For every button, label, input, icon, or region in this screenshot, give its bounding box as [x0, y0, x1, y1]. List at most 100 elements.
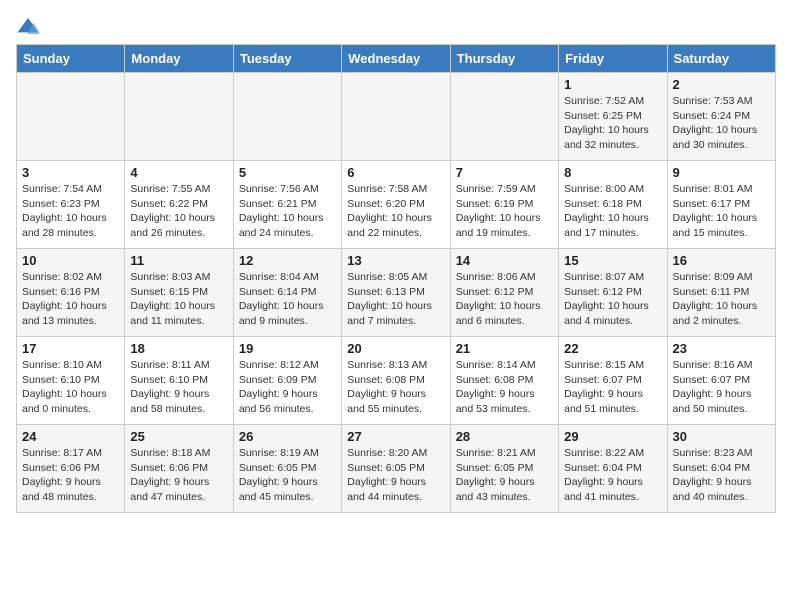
day-number: 12 — [239, 253, 336, 268]
calendar-cell: 9 Sunrise: 8:01 AM Sunset: 6:17 PM Daylig… — [667, 161, 775, 249]
calendar-table: SundayMondayTuesdayWednesdayThursdayFrid… — [16, 44, 776, 513]
day-info: Sunrise: 8:19 AM Sunset: 6:05 PM Dayligh… — [239, 446, 336, 505]
calendar-cell: 8 Sunrise: 8:00 AM Sunset: 6:18 PM Daylig… — [559, 161, 667, 249]
day-info: Sunrise: 8:09 AM Sunset: 6:11 PM Dayligh… — [673, 270, 770, 329]
day-info: Sunrise: 7:54 AM Sunset: 6:23 PM Dayligh… — [22, 182, 119, 241]
day-info: Sunrise: 7:58 AM Sunset: 6:20 PM Dayligh… — [347, 182, 444, 241]
calendar-cell: 27 Sunrise: 8:20 AM Sunset: 6:05 PM Dayli… — [342, 425, 450, 513]
day-info: Sunrise: 8:04 AM Sunset: 6:14 PM Dayligh… — [239, 270, 336, 329]
day-number: 6 — [347, 165, 444, 180]
day-info: Sunrise: 8:20 AM Sunset: 6:05 PM Dayligh… — [347, 446, 444, 505]
day-number: 4 — [130, 165, 227, 180]
calendar-cell: 22Sunrise: 8:15 AM Sunset: 6:07 PM Dayli… — [559, 337, 667, 425]
day-info: Sunrise: 8:00 AM Sunset: 6:18 PM Dayligh… — [564, 182, 661, 241]
calendar-cell: 29 Sunrise: 8:22 AM Sunset: 6:04 PM Dayli… — [559, 425, 667, 513]
calendar-cell — [17, 73, 125, 161]
day-info: Sunrise: 8:18 AM Sunset: 6:06 PM Dayligh… — [130, 446, 227, 505]
day-number: 17 — [22, 341, 119, 356]
day-number: 19 — [239, 341, 336, 356]
day-info: Sunrise: 7:53 AM Sunset: 6:24 PM Dayligh… — [673, 94, 770, 153]
day-number: 26 — [239, 429, 336, 444]
calendar-cell: 17 Sunrise: 8:10 AM Sunset: 6:10 PM Dayli… — [17, 337, 125, 425]
calendar-cell: 15 Sunrise: 8:07 AM Sunset: 6:12 PM Dayli… — [559, 249, 667, 337]
day-number: 8 — [564, 165, 661, 180]
day-number: 2 — [673, 77, 770, 92]
calendar-cell: 18 Sunrise: 8:11 AM Sunset: 6:10 PM Dayli… — [125, 337, 233, 425]
day-number: 18 — [130, 341, 227, 356]
calendar-week-2: 3 Sunrise: 7:54 AM Sunset: 6:23 PM Daylig… — [17, 161, 776, 249]
day-number: 23 — [673, 341, 770, 356]
weekday-header-tuesday: Tuesday — [233, 45, 341, 73]
calendar-cell: 6 Sunrise: 7:58 AM Sunset: 6:20 PM Daylig… — [342, 161, 450, 249]
day-info: Sunrise: 7:55 AM Sunset: 6:22 PM Dayligh… — [130, 182, 227, 241]
day-number: 9 — [673, 165, 770, 180]
day-info: Sunrise: 8:07 AM Sunset: 6:12 PM Dayligh… — [564, 270, 661, 329]
day-number: 30 — [673, 429, 770, 444]
calendar-week-4: 17 Sunrise: 8:10 AM Sunset: 6:10 PM Dayli… — [17, 337, 776, 425]
calendar-cell: 11Sunrise: 8:03 AM Sunset: 6:15 PM Dayli… — [125, 249, 233, 337]
day-number: 1 — [564, 77, 661, 92]
calendar-cell: 21 Sunrise: 8:14 AM Sunset: 6:08 PM Dayli… — [450, 337, 558, 425]
calendar-cell: 28 Sunrise: 8:21 AM Sunset: 6:05 PM Dayli… — [450, 425, 558, 513]
calendar-cell — [125, 73, 233, 161]
logo — [16, 16, 44, 36]
day-number: 21 — [456, 341, 553, 356]
day-info: Sunrise: 8:11 AM Sunset: 6:10 PM Dayligh… — [130, 358, 227, 417]
calendar-cell: 16 Sunrise: 8:09 AM Sunset: 6:11 PM Dayli… — [667, 249, 775, 337]
day-info: Sunrise: 8:12 AM Sunset: 6:09 PM Dayligh… — [239, 358, 336, 417]
calendar-cell: 3 Sunrise: 7:54 AM Sunset: 6:23 PM Daylig… — [17, 161, 125, 249]
day-info: Sunrise: 8:10 AM Sunset: 6:10 PM Dayligh… — [22, 358, 119, 417]
calendar-cell: 26 Sunrise: 8:19 AM Sunset: 6:05 PM Dayli… — [233, 425, 341, 513]
calendar-cell: 7 Sunrise: 7:59 AM Sunset: 6:19 PM Daylig… — [450, 161, 558, 249]
page-header — [16, 16, 776, 36]
day-info: Sunrise: 8:05 AM Sunset: 6:13 PM Dayligh… — [347, 270, 444, 329]
calendar-cell: 30 Sunrise: 8:23 AM Sunset: 6:04 PM Dayli… — [667, 425, 775, 513]
calendar-cell: 19 Sunrise: 8:12 AM Sunset: 6:09 PM Dayli… — [233, 337, 341, 425]
day-number: 27 — [347, 429, 444, 444]
day-number: 16 — [673, 253, 770, 268]
day-number: 20 — [347, 341, 444, 356]
calendar-cell: 10Sunrise: 8:02 AM Sunset: 6:16 PM Dayli… — [17, 249, 125, 337]
calendar-cell — [450, 73, 558, 161]
day-info: Sunrise: 7:59 AM Sunset: 6:19 PM Dayligh… — [456, 182, 553, 241]
day-number: 7 — [456, 165, 553, 180]
weekday-header-wednesday: Wednesday — [342, 45, 450, 73]
logo-icon — [16, 16, 40, 36]
day-info: Sunrise: 8:01 AM Sunset: 6:17 PM Dayligh… — [673, 182, 770, 241]
day-info: Sunrise: 8:16 AM Sunset: 6:07 PM Dayligh… — [673, 358, 770, 417]
day-info: Sunrise: 8:21 AM Sunset: 6:05 PM Dayligh… — [456, 446, 553, 505]
day-number: 28 — [456, 429, 553, 444]
day-number: 25 — [130, 429, 227, 444]
calendar-cell: 14Sunrise: 8:06 AM Sunset: 6:12 PM Dayli… — [450, 249, 558, 337]
calendar-cell: 4 Sunrise: 7:55 AM Sunset: 6:22 PM Daylig… — [125, 161, 233, 249]
day-number: 5 — [239, 165, 336, 180]
weekday-header-monday: Monday — [125, 45, 233, 73]
calendar-cell: 24Sunrise: 8:17 AM Sunset: 6:06 PM Dayli… — [17, 425, 125, 513]
calendar-cell: 20 Sunrise: 8:13 AM Sunset: 6:08 PM Dayli… — [342, 337, 450, 425]
day-info: Sunrise: 8:14 AM Sunset: 6:08 PM Dayligh… — [456, 358, 553, 417]
calendar-cell — [342, 73, 450, 161]
day-number: 15 — [564, 253, 661, 268]
day-info: Sunrise: 7:52 AM Sunset: 6:25 PM Dayligh… — [564, 94, 661, 153]
day-info: Sunrise: 8:13 AM Sunset: 6:08 PM Dayligh… — [347, 358, 444, 417]
calendar-cell: 13Sunrise: 8:05 AM Sunset: 6:13 PM Dayli… — [342, 249, 450, 337]
calendar-cell: 5 Sunrise: 7:56 AM Sunset: 6:21 PM Daylig… — [233, 161, 341, 249]
day-number: 29 — [564, 429, 661, 444]
weekday-header-friday: Friday — [559, 45, 667, 73]
calendar-week-5: 24Sunrise: 8:17 AM Sunset: 6:06 PM Dayli… — [17, 425, 776, 513]
day-info: Sunrise: 8:15 AM Sunset: 6:07 PM Dayligh… — [564, 358, 661, 417]
day-info: Sunrise: 8:22 AM Sunset: 6:04 PM Dayligh… — [564, 446, 661, 505]
calendar-body: 1 Sunrise: 7:52 AM Sunset: 6:25 PM Daylig… — [17, 73, 776, 513]
calendar-cell: 23 Sunrise: 8:16 AM Sunset: 6:07 PM Dayli… — [667, 337, 775, 425]
day-info: Sunrise: 7:56 AM Sunset: 6:21 PM Dayligh… — [239, 182, 336, 241]
calendar-cell: 2 Sunrise: 7:53 AM Sunset: 6:24 PM Daylig… — [667, 73, 775, 161]
day-info: Sunrise: 8:06 AM Sunset: 6:12 PM Dayligh… — [456, 270, 553, 329]
calendar-cell: 25 Sunrise: 8:18 AM Sunset: 6:06 PM Dayli… — [125, 425, 233, 513]
day-info: Sunrise: 8:02 AM Sunset: 6:16 PM Dayligh… — [22, 270, 119, 329]
day-info: Sunrise: 8:23 AM Sunset: 6:04 PM Dayligh… — [673, 446, 770, 505]
day-number: 3 — [22, 165, 119, 180]
calendar-cell: 12 Sunrise: 8:04 AM Sunset: 6:14 PM Dayli… — [233, 249, 341, 337]
weekday-header-saturday: Saturday — [667, 45, 775, 73]
calendar-header: SundayMondayTuesdayWednesdayThursdayFrid… — [17, 45, 776, 73]
calendar-week-3: 10Sunrise: 8:02 AM Sunset: 6:16 PM Dayli… — [17, 249, 776, 337]
